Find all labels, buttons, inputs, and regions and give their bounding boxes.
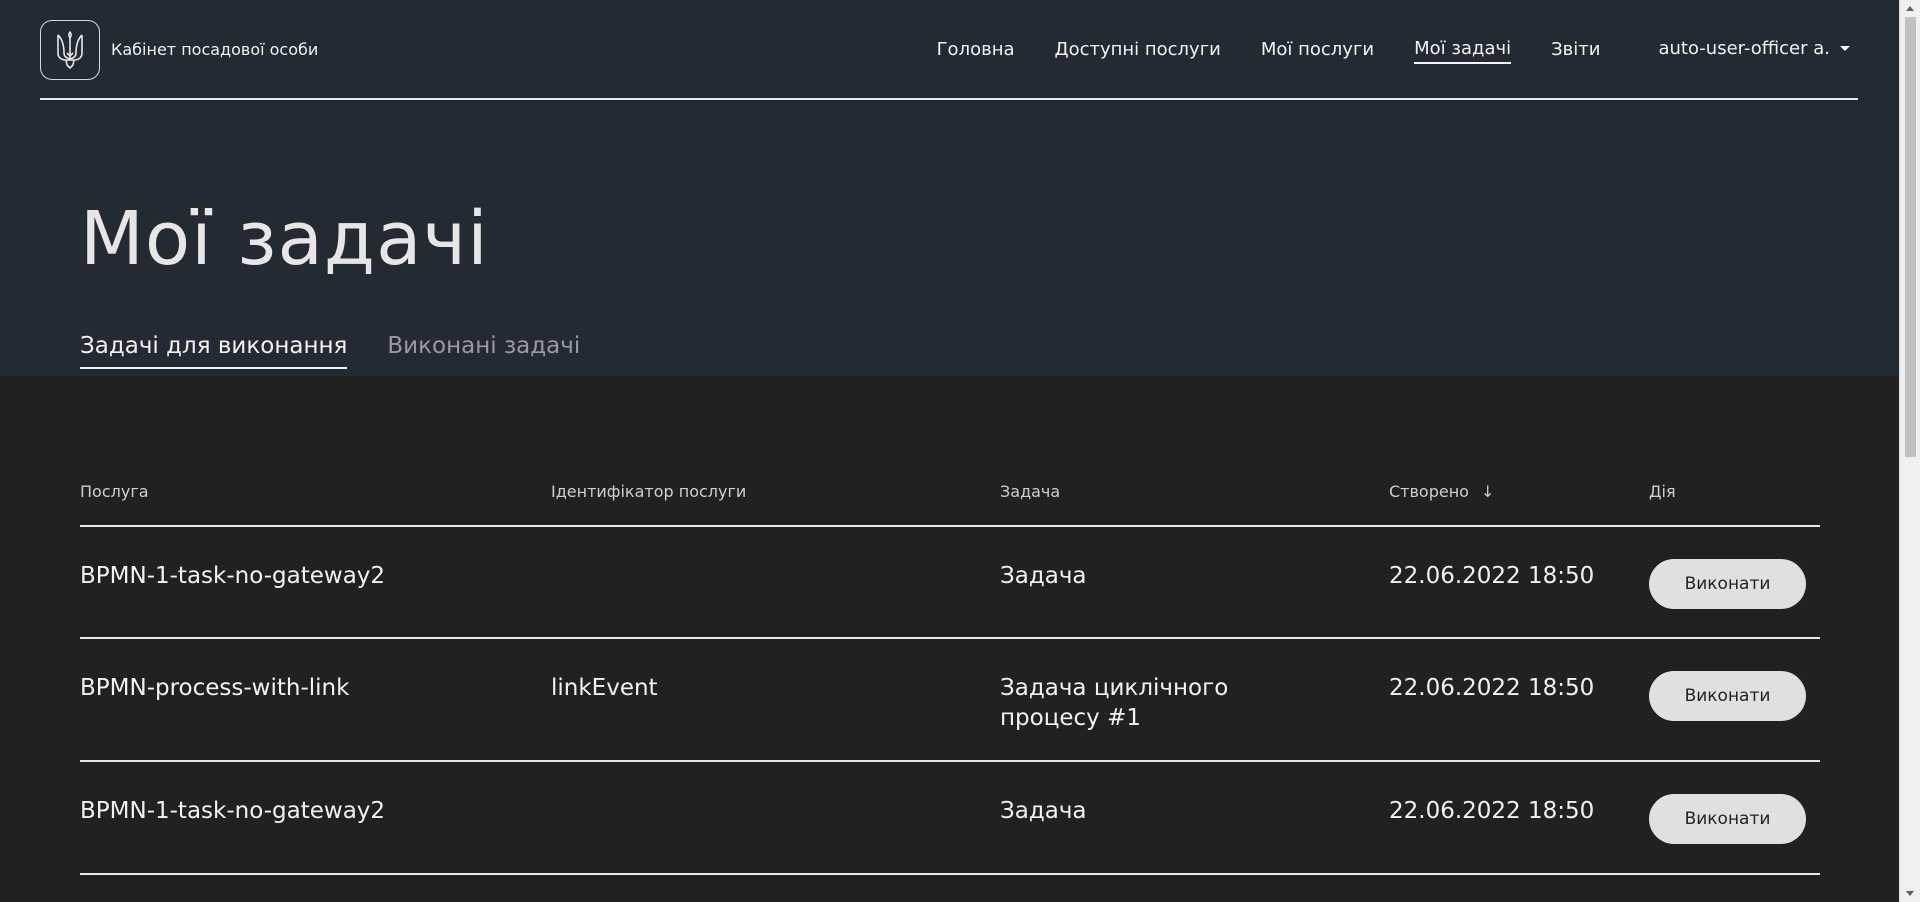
- cell-created: 22.06.2022 18:50: [1389, 675, 1595, 701]
- execute-button[interactable]: Виконати: [1649, 794, 1806, 844]
- scroll-down-button[interactable]: [1900, 885, 1920, 902]
- cell-task: Задача: [1000, 563, 1087, 589]
- page-title: Мої задачі: [80, 196, 489, 282]
- tasks-table: Послуга Ідентифікатор послуги Задача Ств…: [80, 470, 1820, 875]
- nav-available-services[interactable]: Доступні послуги: [1055, 39, 1221, 63]
- column-header-task: Задача: [1000, 482, 1061, 501]
- scroll-up-button[interactable]: [1900, 0, 1920, 17]
- page: Кабінет посадової особи Головна Доступні…: [0, 0, 1899, 902]
- table-row: BPMN-process-with-link linkEvent Задача …: [80, 639, 1820, 762]
- table-header: Послуга Ідентифікатор послуги Задача Ств…: [80, 470, 1820, 527]
- trident-icon: [57, 31, 83, 69]
- column-header-created[interactable]: Створено ↓: [1389, 482, 1494, 501]
- hero-section: Кабінет посадової особи Головна Доступні…: [0, 0, 1899, 376]
- cell-created: 22.06.2022 18:50: [1389, 798, 1595, 824]
- table-row: BPMN-1-task-no-gateway2 Задача 22.06.202…: [80, 527, 1820, 639]
- nav-reports[interactable]: Звіти: [1551, 39, 1600, 63]
- cell-task: Задача: [1000, 798, 1087, 824]
- cell-service: BPMN-1-task-no-gateway2: [80, 563, 386, 589]
- nav-my-services[interactable]: Мої послуги: [1261, 39, 1374, 63]
- logo-link[interactable]: [40, 20, 100, 80]
- user-name: auto-user-officer a.: [1658, 38, 1830, 59]
- column-header-created-label: Створено: [1389, 482, 1469, 501]
- column-header-action: Дія: [1649, 482, 1676, 501]
- cell-service: BPMN-1-task-no-gateway2: [80, 798, 386, 824]
- tab-completed-tasks[interactable]: Виконані задачі: [387, 333, 580, 369]
- cell-service: BPMN-process-with-link: [80, 675, 350, 701]
- scrollbar-thumb[interactable]: [1905, 17, 1916, 457]
- scroll-down-icon: [1906, 891, 1914, 896]
- nav-home[interactable]: Головна: [937, 39, 1015, 63]
- cell-service-id: linkEvent: [551, 675, 658, 701]
- logo-title: Кабінет посадової особи: [111, 40, 319, 59]
- column-header-service-id: Ідентифікатор послуги: [551, 482, 747, 501]
- scroll-up-icon: [1906, 6, 1914, 11]
- cell-created: 22.06.2022 18:50: [1389, 563, 1595, 589]
- main-nav: Головна Доступні послуги Мої послуги Мої…: [897, 38, 1850, 64]
- nav-my-tasks[interactable]: Мої задачі: [1414, 38, 1512, 64]
- execute-button[interactable]: Виконати: [1649, 559, 1806, 609]
- tabs: Задачі для виконання Виконані задачі: [80, 333, 620, 369]
- navbar: Кабінет посадової особи Головна Доступні…: [40, 0, 1858, 100]
- user-menu[interactable]: auto-user-officer a.: [1658, 38, 1850, 64]
- vertical-scrollbar[interactable]: [1899, 0, 1920, 902]
- arrow-down-icon: ↓: [1480, 482, 1495, 501]
- execute-button[interactable]: Виконати: [1649, 671, 1806, 721]
- cell-task: Задача циклічного процесу #1: [1000, 675, 1229, 731]
- table-row: BPMN-1-task-no-gateway2 Задача 22.06.202…: [80, 762, 1820, 875]
- tab-tasks-to-do[interactable]: Задачі для виконання: [80, 333, 348, 369]
- caret-down-icon: [1840, 46, 1850, 51]
- column-header-service: Послуга: [80, 482, 149, 501]
